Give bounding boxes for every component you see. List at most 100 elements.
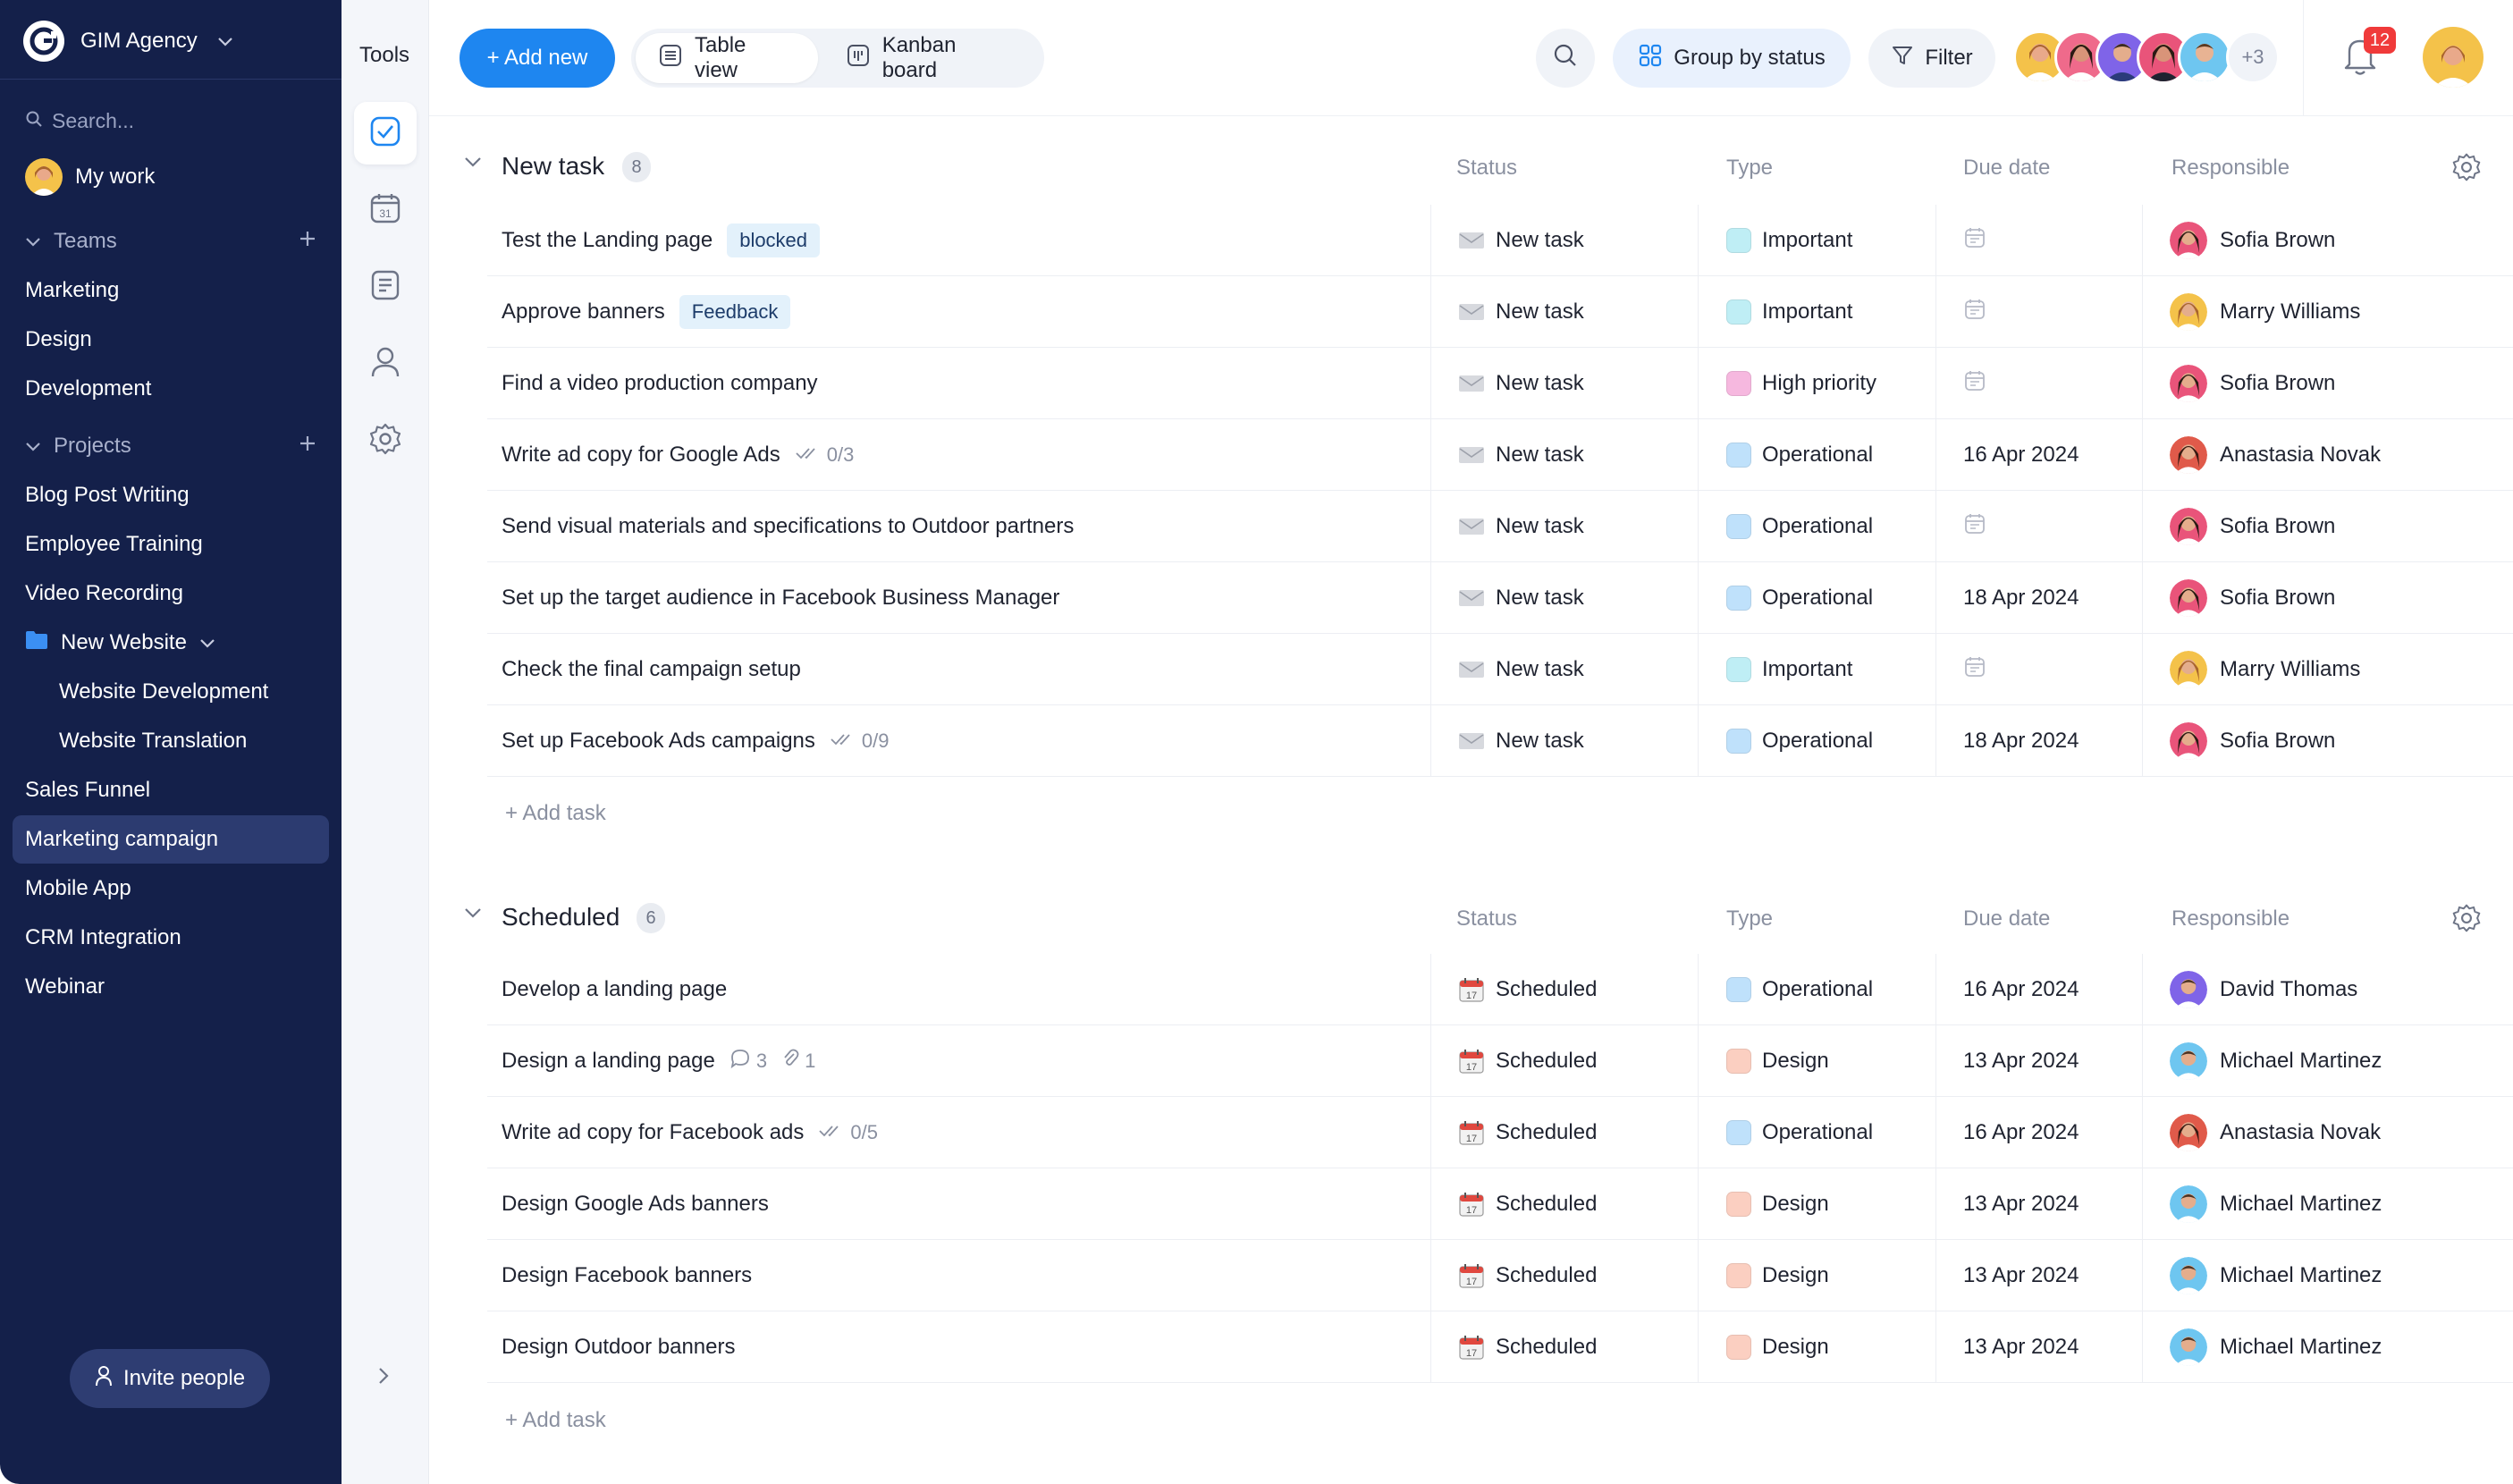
task-title-cell[interactable]: Design Facebook banners bbox=[502, 1240, 1431, 1311]
status-cell[interactable]: 17 Scheduled bbox=[1458, 1025, 1691, 1097]
calendar-icon[interactable] bbox=[1963, 369, 1986, 399]
due-date-cell[interactable]: 18 Apr 2024 bbox=[1963, 705, 2151, 777]
sidebar-item-webinar[interactable]: Webinar bbox=[13, 963, 329, 1011]
column-header-type[interactable]: Type bbox=[1726, 906, 1773, 932]
projects-section-header[interactable]: Projects bbox=[25, 430, 316, 462]
add-task-button[interactable]: + Add task bbox=[505, 787, 606, 840]
due-date-cell[interactable]: 18 Apr 2024 bbox=[1963, 562, 2151, 634]
task-title[interactable]: Check the final campaign setup bbox=[502, 657, 801, 682]
type-cell[interactable]: Design bbox=[1726, 1311, 1941, 1383]
org-switcher[interactable]: GIM Agency bbox=[23, 20, 233, 63]
responsible-cell[interactable]: Sofia Brown bbox=[2170, 491, 2509, 562]
type-cell[interactable]: Design bbox=[1726, 1025, 1941, 1097]
status-cell[interactable]: New task bbox=[1458, 705, 1691, 777]
more-members-count[interactable]: +3 bbox=[2226, 30, 2280, 84]
chevron-down-icon[interactable] bbox=[463, 156, 483, 173]
type-cell[interactable]: Operational bbox=[1726, 705, 1941, 777]
sidebar-item-development[interactable]: Development bbox=[13, 365, 329, 413]
team-avatars[interactable]: +3 bbox=[2013, 30, 2280, 86]
column-header-type[interactable]: Type bbox=[1726, 156, 1773, 181]
due-date-cell[interactable] bbox=[1963, 205, 2151, 276]
tool-settings[interactable] bbox=[354, 409, 417, 472]
task-title-cell[interactable]: Test the Landing page blocked bbox=[502, 205, 1431, 276]
responsible-cell[interactable]: Anastasia Novak bbox=[2170, 419, 2509, 491]
tool-calendar[interactable]: 31 bbox=[354, 179, 417, 241]
user-avatar[interactable] bbox=[2423, 27, 2483, 88]
table-row[interactable]: Set up Facebook Ads campaigns 0/9 New task… bbox=[487, 705, 2513, 777]
invite-people-button[interactable]: Invite people bbox=[70, 1349, 270, 1408]
status-cell[interactable]: 17 Scheduled bbox=[1458, 954, 1691, 1025]
status-cell[interactable]: New task bbox=[1458, 276, 1691, 348]
column-header-status[interactable]: Status bbox=[1456, 906, 1517, 932]
sidebar-item-design[interactable]: Design bbox=[13, 316, 329, 364]
task-title-cell[interactable]: Find a video production company bbox=[502, 348, 1431, 419]
task-title-cell[interactable]: Send visual materials and specifications… bbox=[502, 491, 1431, 562]
chevron-down-icon[interactable] bbox=[463, 906, 483, 923]
task-title-cell[interactable]: Design Google Ads banners bbox=[502, 1168, 1431, 1240]
sidebar-item-blog-post-writing[interactable]: Blog Post Writing bbox=[13, 471, 329, 519]
table-row[interactable]: Test the Landing page blocked New task Impo… bbox=[487, 205, 2513, 276]
sidebar-item-marketing[interactable]: Marketing bbox=[13, 266, 329, 315]
due-date-cell[interactable] bbox=[1963, 276, 2151, 348]
tool-tasks[interactable] bbox=[354, 102, 417, 164]
settings-icon[interactable] bbox=[2451, 903, 2482, 938]
tab-kanban-board[interactable]: Kanban board bbox=[823, 33, 1040, 83]
task-title-cell[interactable]: Set up Facebook Ads campaigns 0/9 bbox=[502, 705, 1431, 777]
tool-people[interactable] bbox=[354, 333, 417, 395]
task-title[interactable]: Design Facebook banners bbox=[502, 1263, 752, 1288]
task-title-cell[interactable]: Write ad copy for Google Ads 0/3 bbox=[502, 419, 1431, 491]
status-cell[interactable]: New task bbox=[1458, 419, 1691, 491]
table-row[interactable]: Approve banners Feedback New task Important… bbox=[487, 276, 2513, 348]
task-title-cell[interactable]: Design a landing page 3 1 bbox=[502, 1025, 1431, 1097]
filter-button[interactable]: Filter bbox=[1868, 29, 1995, 88]
task-title[interactable]: Write ad copy for Google Ads bbox=[502, 443, 780, 468]
calendar-icon[interactable] bbox=[1963, 512, 1986, 542]
due-date-cell[interactable] bbox=[1963, 634, 2151, 705]
column-header-responsible[interactable]: Responsible bbox=[2171, 906, 2290, 932]
type-cell[interactable]: Operational bbox=[1726, 562, 1941, 634]
task-title[interactable]: Design a landing page bbox=[502, 1049, 715, 1074]
sidebar-item-website-translation[interactable]: Website Translation bbox=[13, 717, 329, 765]
sidebar-item-website-development[interactable]: Website Development bbox=[13, 668, 329, 716]
calendar-icon[interactable] bbox=[1963, 226, 1986, 256]
table-row[interactable]: Check the final campaign setup New task Im… bbox=[487, 634, 2513, 705]
sidebar-search[interactable]: Search... bbox=[25, 105, 134, 136]
table-row[interactable]: Find a video production company New task H… bbox=[487, 348, 2513, 419]
task-title[interactable]: Design Google Ads banners bbox=[502, 1192, 769, 1217]
type-cell[interactable]: Operational bbox=[1726, 954, 1941, 1025]
table-row[interactable]: Write ad copy for Google Ads 0/3 New task O… bbox=[487, 419, 2513, 491]
responsible-cell[interactable]: Michael Martinez bbox=[2170, 1025, 2509, 1097]
sidebar-item-my-work[interactable]: My work bbox=[25, 157, 155, 197]
column-header-status[interactable]: Status bbox=[1456, 156, 1517, 181]
responsible-cell[interactable]: Michael Martinez bbox=[2170, 1240, 2509, 1311]
tab-table-view[interactable]: Table view bbox=[636, 33, 818, 83]
calendar-icon[interactable] bbox=[1963, 655, 1986, 685]
settings-icon[interactable] bbox=[2451, 152, 2482, 187]
teams-section-header[interactable]: Teams bbox=[25, 225, 316, 257]
task-title[interactable]: Find a video production company bbox=[502, 371, 818, 396]
task-title-cell[interactable]: Check the final campaign setup bbox=[502, 634, 1431, 705]
status-cell[interactable]: 17 Scheduled bbox=[1458, 1168, 1691, 1240]
status-cell[interactable]: 17 Scheduled bbox=[1458, 1240, 1691, 1311]
column-header-due-date[interactable]: Due date bbox=[1963, 156, 2050, 181]
table-row[interactable]: Write ad copy for Facebook ads 0/5 17 Sched… bbox=[487, 1097, 2513, 1168]
responsible-cell[interactable]: Michael Martinez bbox=[2170, 1311, 2509, 1383]
table-row[interactable]: Design Facebook banners 17 Scheduled Design… bbox=[487, 1240, 2513, 1311]
group-by-status-button[interactable]: Group by status bbox=[1613, 29, 1851, 88]
add-team-icon[interactable] bbox=[299, 229, 316, 254]
search-button[interactable] bbox=[1536, 29, 1595, 88]
chevron-right-icon[interactable] bbox=[377, 1366, 390, 1390]
due-date-cell[interactable]: 13 Apr 2024 bbox=[1963, 1240, 2151, 1311]
column-header-due-date[interactable]: Due date bbox=[1963, 906, 2050, 932]
task-title[interactable]: Set up Facebook Ads campaigns bbox=[502, 729, 815, 754]
tool-notes[interactable] bbox=[354, 256, 417, 318]
type-cell[interactable]: Operational bbox=[1726, 419, 1941, 491]
type-cell[interactable]: Operational bbox=[1726, 1097, 1941, 1168]
task-title-cell[interactable]: Set up the target audience in Facebook B… bbox=[502, 562, 1431, 634]
task-title[interactable]: Send visual materials and specifications… bbox=[502, 514, 1074, 539]
tag-feedback[interactable]: Feedback bbox=[679, 295, 791, 329]
responsible-cell[interactable]: Marry Williams bbox=[2170, 634, 2509, 705]
responsible-cell[interactable]: Sofia Brown bbox=[2170, 562, 2509, 634]
due-date-cell[interactable]: 16 Apr 2024 bbox=[1963, 1097, 2151, 1168]
responsible-cell[interactable]: Michael Martinez bbox=[2170, 1168, 2509, 1240]
